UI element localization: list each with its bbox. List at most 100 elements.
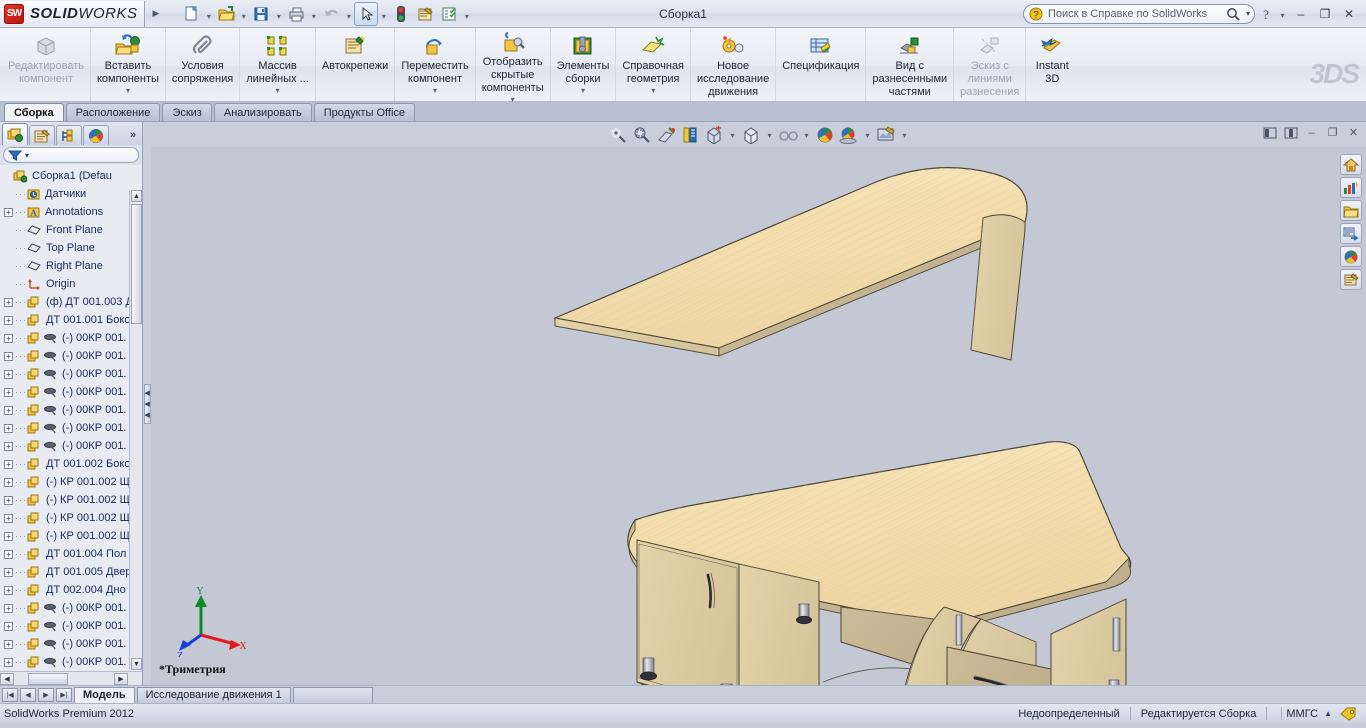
expand-node-icon[interactable]: + bbox=[4, 549, 13, 559]
filter-caret-icon[interactable]: ▾ bbox=[25, 151, 29, 160]
help-search-box[interactable]: ? Поиск в Справке по SolidWorks ▾ bbox=[1023, 3, 1255, 24]
graphics-viewport[interactable]: ▾ ▾ ▾ ▾ ▾ – ❐ ✕ Y X Z *Триметрия bbox=[151, 122, 1366, 685]
expand-node-icon[interactable]: + bbox=[4, 477, 13, 487]
tree-item[interactable]: ··· Top Plane bbox=[0, 239, 142, 257]
tree-item[interactable]: + ··· ДТ 001.001 Боко bbox=[0, 311, 142, 329]
instant-3d-button[interactable]: Instant 3D bbox=[1026, 28, 1078, 101]
insert-components-caret-icon[interactable]: ▾ bbox=[126, 87, 130, 95]
exploded-view-button[interactable]: Вид с разнесенными частями bbox=[866, 28, 955, 101]
tree-item[interactable]: + ··· ДТ 002.004 Дно bbox=[0, 581, 142, 599]
tree-item[interactable]: Сборка1 (Defau bbox=[0, 167, 142, 185]
rebuild-icon[interactable] bbox=[389, 2, 413, 26]
tree-scroll-left-button[interactable]: ◀ bbox=[0, 672, 14, 685]
insert-components-button[interactable]: Вставить компоненты ▾ bbox=[91, 28, 166, 101]
tree-item[interactable]: + ··· ДТ 001.004 Пол bbox=[0, 545, 142, 563]
tree-item[interactable]: + ··· (-) КР 001.002 Щ bbox=[0, 491, 142, 509]
prev-tab-button[interactable]: ◀ bbox=[20, 687, 36, 702]
expand-node-icon[interactable]: + bbox=[4, 369, 13, 379]
tree-item[interactable]: +··· (-) 00КР 001. bbox=[0, 383, 142, 401]
help-caret-icon[interactable]: ▾ bbox=[1277, 5, 1288, 23]
select-caret-icon[interactable]: ▾ bbox=[378, 2, 389, 26]
feature-tree-vertical-scrollbar[interactable]: ▲ ▼ bbox=[129, 190, 142, 670]
customize-caret-icon[interactable]: ▾ bbox=[461, 2, 472, 26]
expand-node-icon[interactable]: + bbox=[4, 387, 13, 397]
expand-node-icon[interactable]: + bbox=[4, 423, 13, 433]
save-caret-icon[interactable]: ▾ bbox=[273, 2, 284, 26]
tree-scroll-down-button[interactable]: ▼ bbox=[131, 658, 142, 670]
tree-item[interactable]: + ··· ДТ 001.002 Боко bbox=[0, 455, 142, 473]
new-document-caret-icon[interactable]: ▾ bbox=[203, 2, 214, 26]
linear-pattern-button[interactable]: Массив линейных ... ▾ bbox=[240, 28, 316, 101]
tree-item[interactable]: +··· (-) 00КР 001. bbox=[0, 599, 142, 617]
tree-item[interactable]: ··· Front Plane bbox=[0, 221, 142, 239]
show-hidden-components-button[interactable]: Отобразить скрытые компоненты ▾ bbox=[476, 28, 551, 104]
expand-node-icon[interactable]: + bbox=[4, 351, 13, 361]
expand-node-icon[interactable]: + bbox=[4, 513, 13, 523]
explode-line-sketch-button[interactable]: Эскиз с линиями разнесения bbox=[954, 28, 1027, 101]
assembly-features-button[interactable]: Элементы сборки ▾ bbox=[551, 28, 617, 101]
tab-feature-manager[interactable] bbox=[2, 123, 28, 145]
tab-office-products[interactable]: Продукты Office bbox=[313, 103, 416, 121]
expand-node-icon[interactable]: + bbox=[4, 441, 13, 451]
first-tab-button[interactable]: |◀ bbox=[2, 687, 18, 702]
search-input[interactable]: Поиск в Справке по SolidWorks bbox=[1048, 8, 1221, 20]
last-tab-button[interactable]: ▶| bbox=[56, 687, 72, 702]
splitter-grip[interactable]: ◀ ◀ ◀ bbox=[143, 383, 151, 424]
reference-geometry-button[interactable]: Справочная геометрия ▾ bbox=[616, 28, 692, 101]
print-icon[interactable] bbox=[284, 2, 308, 26]
mate-button[interactable]: Условия сопряжения bbox=[166, 28, 241, 101]
next-tab-button[interactable]: ▶ bbox=[38, 687, 54, 702]
expand-node-icon[interactable]: + bbox=[4, 207, 13, 217]
save-icon[interactable] bbox=[249, 2, 273, 26]
undo-icon[interactable] bbox=[319, 2, 343, 26]
expand-node-icon[interactable]: + bbox=[4, 459, 13, 469]
menu-expand-arrow-icon[interactable]: ▶ bbox=[145, 8, 168, 19]
tree-item[interactable]: +··· (-) 00КР 001. bbox=[0, 635, 142, 653]
desk-assembly-model[interactable] bbox=[151, 122, 1366, 685]
tree-item[interactable]: +··· (-) 00КР 001. bbox=[0, 617, 142, 635]
tree-item[interactable]: +··· (-) 00КР 001. bbox=[0, 365, 142, 383]
open-document-caret-icon[interactable]: ▾ bbox=[238, 2, 249, 26]
assembly-features-caret-icon[interactable]: ▾ bbox=[581, 87, 585, 95]
tab-evaluate[interactable]: Анализировать bbox=[213, 103, 312, 121]
expand-node-icon[interactable]: + bbox=[4, 405, 13, 415]
tab-model[interactable]: Модель bbox=[74, 686, 135, 703]
expand-node-icon[interactable]: + bbox=[4, 531, 13, 541]
restore-window-button[interactable]: ❐ bbox=[1314, 5, 1336, 23]
tree-item[interactable]: +··· (-) 00КР 001. bbox=[0, 653, 142, 671]
tag-icon[interactable] bbox=[1340, 707, 1358, 721]
tree-item[interactable]: +··· (-) 00КР 001. bbox=[0, 329, 142, 347]
expand-node-icon[interactable]: + bbox=[4, 585, 13, 595]
new-document-icon[interactable] bbox=[179, 2, 203, 26]
help-icon[interactable]: ? bbox=[1257, 5, 1275, 23]
tree-item[interactable]: + ··· ДТ 001.005 Двер bbox=[0, 563, 142, 581]
customize-icon[interactable] bbox=[437, 2, 461, 26]
tree-item[interactable]: +··· (-) 00КР 001. bbox=[0, 419, 142, 437]
expand-node-icon[interactable]: + bbox=[4, 315, 13, 325]
tree-item[interactable]: + ··· (-) КР 001.002 Щ bbox=[0, 473, 142, 491]
tree-item[interactable]: ··· Origin bbox=[0, 275, 142, 293]
reference-geometry-caret-icon[interactable]: ▾ bbox=[651, 87, 655, 95]
tree-item[interactable]: ··· Датчики bbox=[0, 185, 142, 203]
print-caret-icon[interactable]: ▾ bbox=[308, 2, 319, 26]
bill-of-materials-button[interactable]: Спецификация bbox=[776, 28, 867, 101]
expand-node-icon[interactable]: + bbox=[4, 333, 13, 343]
undo-caret-icon[interactable]: ▾ bbox=[343, 2, 354, 26]
tree-item[interactable]: ··· Right Plane bbox=[0, 257, 142, 275]
feature-manager-more-icon[interactable]: » bbox=[130, 125, 142, 145]
edit-component-button[interactable]: Редактировать компонент bbox=[2, 28, 91, 101]
expand-node-icon[interactable]: + bbox=[4, 621, 13, 631]
tree-item[interactable]: +··· (-) 00КР 001. bbox=[0, 437, 142, 455]
units-caret-icon[interactable]: ▲ bbox=[1324, 709, 1332, 718]
tab-sketch[interactable]: Эскиз bbox=[162, 103, 212, 121]
expand-node-icon[interactable]: + bbox=[4, 567, 13, 577]
tree-item[interactable]: +··· (-) 00КР 001. bbox=[0, 347, 142, 365]
status-units[interactable]: ММГС bbox=[1286, 708, 1318, 720]
new-motion-study-button[interactable]: Новое исследование движения bbox=[691, 28, 777, 101]
search-dropdown-caret-icon[interactable]: ▾ bbox=[1246, 9, 1250, 18]
panel-splitter[interactable]: ◀ ◀ ◀ bbox=[143, 122, 151, 685]
expand-node-icon[interactable]: + bbox=[4, 297, 13, 307]
show-hidden-caret-icon[interactable]: ▾ bbox=[511, 96, 515, 104]
tab-motion-study-1[interactable]: Исследование движения 1 bbox=[136, 686, 291, 703]
move-component-caret-icon[interactable]: ▾ bbox=[433, 87, 437, 95]
